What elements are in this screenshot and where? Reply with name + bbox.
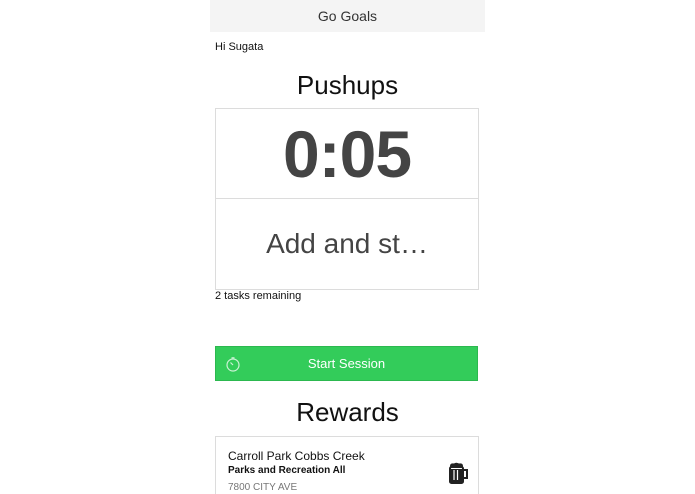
reward-category: Parks and Recreation All <box>228 465 346 476</box>
beer-mug-icon <box>449 462 468 484</box>
timer-card: 0:05 Add and st… <box>215 108 479 290</box>
timer-icon <box>226 357 240 372</box>
rewards-title: Rewards <box>296 397 399 427</box>
timer-display[interactable]: 0:05 <box>216 109 478 199</box>
tasks-remaining: 2 tasks remaining <box>215 290 302 302</box>
start-session-label: Start Session <box>307 356 386 371</box>
reward-name: Carroll Park Cobbs Creek <box>228 449 365 463</box>
reward-address: 7800 CITY AVE <box>228 482 298 493</box>
reward-item[interactable]: Carroll Park Cobbs Creek Parks and Recre… <box>215 436 479 494</box>
app-screen: Go Goals Hi Sugata Pushups 0:05 Add and … <box>210 0 485 494</box>
add-task-cell[interactable]: Add and st… <box>216 199 478 289</box>
app-title: Go Goals <box>317 8 378 24</box>
goal-title: Pushups <box>296 70 399 100</box>
start-session-button[interactable]: Start Session <box>215 346 478 381</box>
navbar: Go Goals <box>210 0 485 32</box>
greeting-text: Hi Sugata <box>215 41 264 53</box>
